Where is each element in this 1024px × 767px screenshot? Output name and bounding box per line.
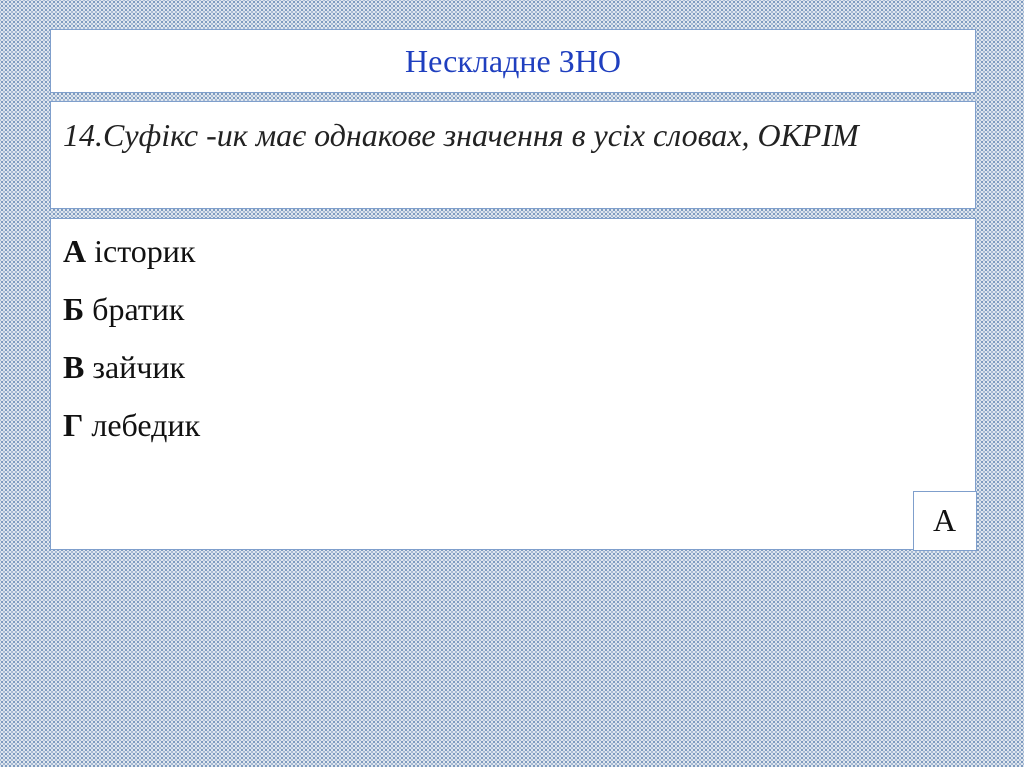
option-d: Г лебедик (63, 405, 963, 445)
option-b: Б братик (63, 289, 963, 329)
option-d-text: лебедик (91, 407, 201, 443)
title-box: Нескладне ЗНО (50, 29, 976, 93)
option-a: А історик (63, 231, 963, 271)
correct-answer-letter: А (932, 502, 957, 538)
option-c: В зайчик (63, 347, 963, 387)
question-text: 14.Суфікс -ик має однакове значення в ус… (63, 117, 859, 153)
slide-title: Нескладне ЗНО (405, 43, 621, 79)
option-b-letter: Б (63, 291, 85, 327)
option-a-letter: А (63, 233, 87, 269)
answer-options-box: А історик Б братик В зайчик Г лебедик А (50, 218, 977, 551)
option-d-letter: Г (63, 407, 84, 443)
option-c-letter: В (63, 349, 85, 385)
question-box: 14.Суфікс -ик має однакове значення в ус… (50, 101, 976, 209)
correct-answer-box: А (912, 490, 977, 551)
option-c-text: зайчик (92, 349, 186, 385)
option-a-text: історик (94, 233, 196, 269)
option-b-text: братик (92, 291, 185, 327)
